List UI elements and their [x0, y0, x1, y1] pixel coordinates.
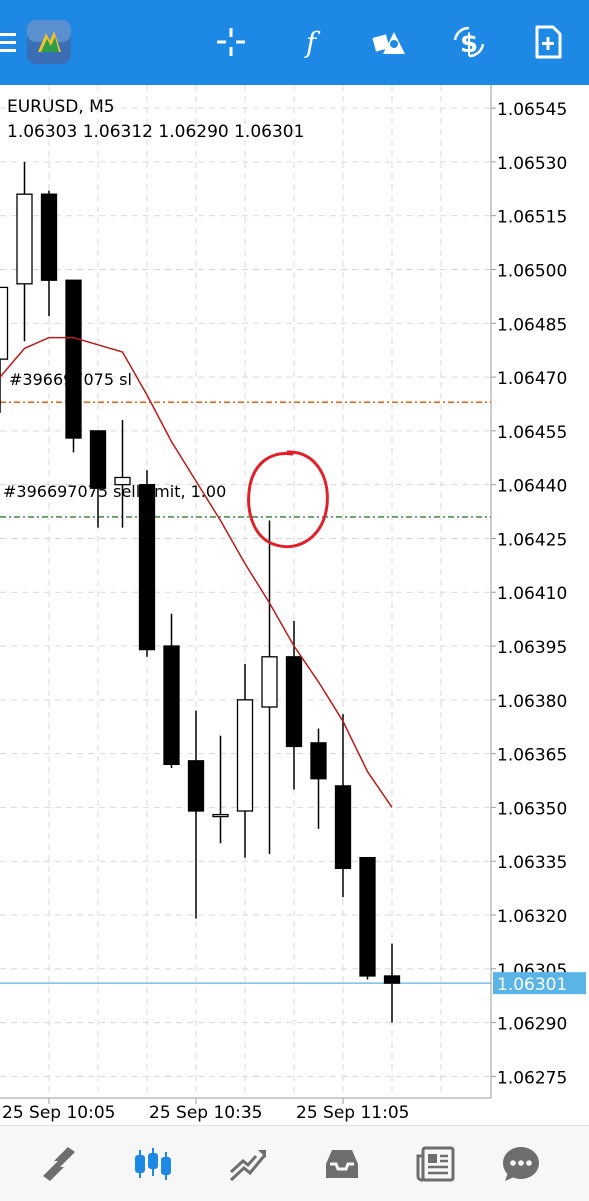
candle-body-bear — [310, 742, 327, 780]
candle-body-bear — [40, 193, 58, 281]
candle — [187, 710, 205, 919]
ohlc-readout: 1.06303 1.06312 1.06290 1.06301 — [7, 122, 305, 142]
y-tick-label: 1.06290 — [497, 1015, 567, 1035]
candle — [334, 714, 352, 898]
candle — [16, 161, 33, 342]
y-tick-label: 1.06440 — [497, 477, 567, 497]
candle — [40, 190, 58, 317]
candle-body-bull — [212, 813, 229, 818]
candle-body-bear — [187, 760, 205, 812]
x-tick-label: 25 Sep 11:05 — [296, 1103, 409, 1123]
candle — [236, 663, 254, 858]
y-tick-label: 1.06470 — [497, 369, 567, 389]
y-tick-label: 1.06335 — [497, 853, 567, 873]
candle — [0, 286, 9, 413]
candle-body-bear — [163, 645, 180, 766]
svg-text:f: f — [304, 26, 321, 59]
app-logo-icon[interactable] — [26, 19, 72, 65]
candle-body-bear — [359, 856, 376, 977]
candle — [89, 430, 107, 528]
chart-icon[interactable] — [131, 1142, 175, 1186]
y-tick-label: 1.06455 — [497, 423, 567, 443]
trade-icon[interactable] — [226, 1142, 270, 1186]
history-icon[interactable] — [320, 1142, 364, 1186]
y-tick-label: 1.06320 — [497, 907, 567, 927]
candle-body-bull — [236, 699, 254, 812]
candle — [65, 279, 82, 453]
candle-body-bear — [65, 279, 82, 439]
candle-body-bear — [334, 785, 352, 870]
y-tick-label: 1.06365 — [497, 746, 567, 766]
chart-canvas[interactable]: 1.06545 1.06530 1.06515 1.06500 1.06485 1.064… — [0, 85, 589, 1125]
price-chart[interactable]: 1.06545 1.06530 1.06515 1.06500 1.06485 1.064… — [0, 85, 589, 1125]
y-tick-label: 1.06515 — [497, 208, 567, 228]
candle-body-bear — [138, 484, 156, 651]
y-tick-label: 1.06380 — [497, 692, 567, 712]
y-tick-label: 1.06425 — [497, 530, 567, 550]
candle — [163, 613, 180, 768]
y-tick-label: 1.06500 — [497, 261, 567, 281]
x-tick-label: 25 Sep 10:35 — [149, 1103, 262, 1123]
objects-icon[interactable] — [369, 22, 409, 62]
y-tick-label: 1.06395 — [497, 638, 567, 658]
quotes-icon[interactable] — [37, 1142, 81, 1186]
crosshair-icon[interactable] — [211, 22, 251, 62]
bottom-navigation — [0, 1125, 589, 1201]
symbol-timeframe-label: EURUSD, M5 — [7, 97, 115, 117]
x-tick-label: 25 Sep 10:05 — [2, 1103, 115, 1123]
y-tick-label: 1.06530 — [497, 154, 567, 174]
candle — [114, 420, 131, 528]
y-tick-label: 1.06410 — [497, 584, 567, 604]
candle-body-bull — [16, 193, 33, 285]
new-order-icon[interactable] — [528, 22, 568, 62]
y-tick-label: 1.06545 — [497, 100, 567, 120]
menu-icon[interactable] — [0, 22, 28, 62]
y-tick-label: 1.06275 — [497, 1068, 567, 1088]
current-price-label: 1.06301 — [497, 975, 567, 995]
candle-body-bull — [261, 656, 278, 708]
y-tick-label: 1.06485 — [497, 315, 567, 335]
chat-icon[interactable] — [499, 1142, 543, 1186]
news-icon[interactable] — [414, 1142, 458, 1186]
candle-body-bear — [383, 975, 401, 984]
top-toolbar: f $ — [0, 0, 589, 85]
candle-body-bear — [89, 430, 107, 489]
symbol-dollar-icon[interactable]: $ — [449, 22, 489, 62]
indicators-icon[interactable]: f — [291, 22, 331, 62]
candle — [310, 728, 327, 829]
sl-line-label: #396697075 sl — [9, 370, 132, 389]
y-tick-label: 1.06350 — [497, 799, 567, 819]
candle — [212, 735, 229, 844]
annotation-circle — [247, 450, 329, 549]
candle — [359, 856, 376, 980]
order-line-label: #396697075 sell limit, 1.00 — [3, 482, 227, 501]
candle — [261, 520, 278, 855]
candle — [383, 943, 401, 1023]
candle-body-bear — [285, 656, 303, 748]
candle-body-bull — [0, 286, 9, 360]
